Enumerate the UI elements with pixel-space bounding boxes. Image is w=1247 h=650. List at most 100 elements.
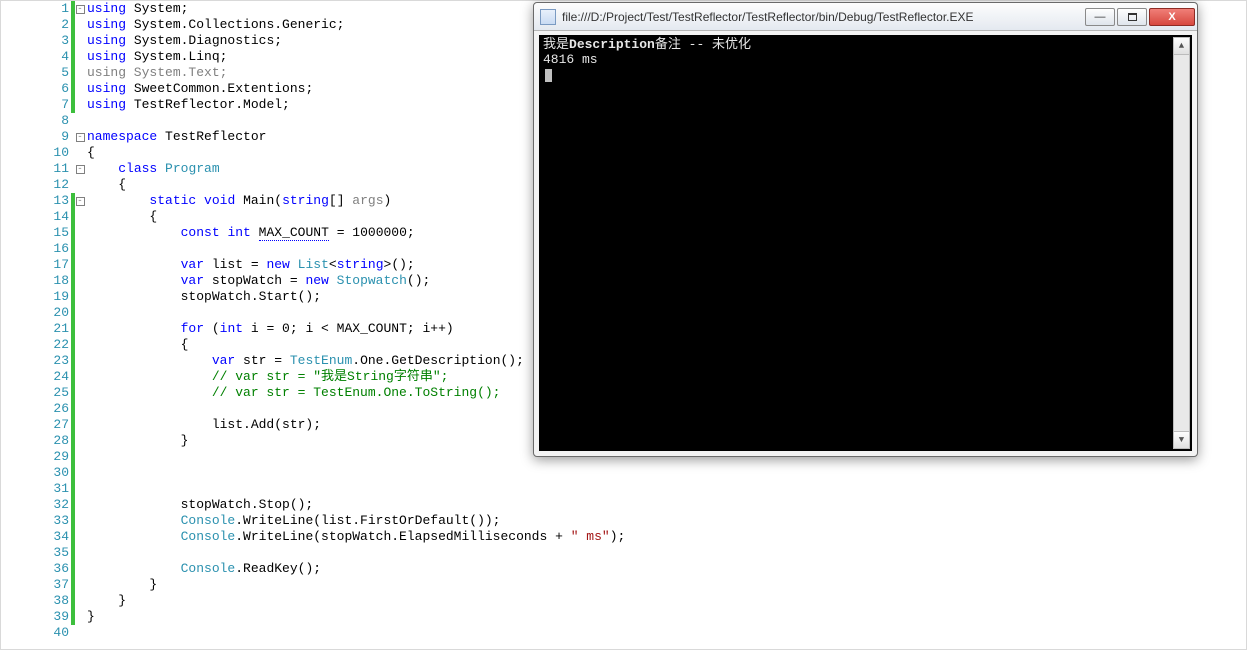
fold-cell [73,273,87,289]
fold-cell [73,17,87,33]
fold-cell [73,49,87,65]
minimize-button[interactable]: — [1085,8,1115,26]
line-number: 26 [1,401,69,417]
fold-cell [73,81,87,97]
console-window: file:///D:/Project/Test/TestReflector/Te… [533,2,1198,457]
line-number: 13 [1,193,69,209]
fold-cell [73,465,87,481]
line-number: 15 [1,225,69,241]
scroll-down-button[interactable]: ▼ [1174,431,1189,448]
fold-cell [73,113,87,129]
line-number: 10 [1,145,69,161]
line-number: 2 [1,17,69,33]
line-number: 35 [1,545,69,561]
line-number: 33 [1,513,69,529]
fold-cell [73,529,87,545]
line-number: 4 [1,49,69,65]
line-number: 29 [1,449,69,465]
fold-cell [73,97,87,113]
code-line[interactable]: } [87,593,1246,609]
console-line: 我是Description备注 -- 未优化 [543,37,1188,52]
line-number: 39 [1,609,69,625]
titlebar[interactable]: file:///D:/Project/Test/TestReflector/Te… [534,3,1197,31]
line-number: 16 [1,241,69,257]
line-number: 40 [1,625,69,641]
fold-cell [73,593,87,609]
fold-cell [73,561,87,577]
fold-cell [73,481,87,497]
fold-cell [73,401,87,417]
line-number: 20 [1,305,69,321]
line-number: 12 [1,177,69,193]
line-number: 32 [1,497,69,513]
line-number: 1 [1,1,69,17]
code-line[interactable]: Console.WriteLine(list.FirstOrDefault())… [87,513,1246,529]
code-line[interactable]: } [87,577,1246,593]
fold-cell [73,33,87,49]
line-number: 28 [1,433,69,449]
code-line[interactable] [87,481,1246,497]
line-number: 27 [1,417,69,433]
code-line[interactable] [87,545,1246,561]
fold-cell [73,145,87,161]
line-number: 34 [1,529,69,545]
fold-minus-icon[interactable]: - [76,133,85,142]
fold-cell [73,385,87,401]
console-output[interactable]: 我是Description备注 -- 未优化 4816 ms [539,35,1192,451]
line-number: 3 [1,33,69,49]
line-number: 37 [1,577,69,593]
code-line[interactable] [87,625,1246,641]
line-number: 8 [1,113,69,129]
line-number: 21 [1,321,69,337]
fold-cell[interactable]: - [73,161,87,177]
line-number: 23 [1,353,69,369]
fold-cell[interactable]: - [73,193,87,209]
code-line[interactable]: Console.ReadKey(); [87,561,1246,577]
line-number: 24 [1,369,69,385]
line-number: 18 [1,273,69,289]
fold-cell [73,337,87,353]
maximize-button[interactable] [1117,8,1147,26]
cursor-icon [545,69,552,82]
scrollbar[interactable]: ▲ ▼ [1173,37,1190,449]
fold-cell [73,305,87,321]
fold-minus-icon[interactable]: - [76,165,85,174]
fold-cell[interactable]: - [73,1,87,17]
fold-minus-icon[interactable]: - [76,5,85,14]
line-number: 11 [1,161,69,177]
line-number: 22 [1,337,69,353]
code-line[interactable]: stopWatch.Stop(); [87,497,1246,513]
fold-cell [73,289,87,305]
fold-cell [73,177,87,193]
line-number: 5 [1,65,69,81]
line-number: 25 [1,385,69,401]
fold-cell [73,369,87,385]
code-line[interactable]: } [87,609,1246,625]
console-cursor-line [543,67,1188,82]
fold-cell [73,433,87,449]
close-button[interactable]: X [1149,8,1195,26]
code-line[interactable] [87,465,1246,481]
fold-minus-icon[interactable]: - [76,197,85,206]
fold-cell [73,513,87,529]
fold-cell [73,353,87,369]
line-number: 14 [1,209,69,225]
line-number: 36 [1,561,69,577]
fold-cell [73,225,87,241]
fold-cell [73,417,87,433]
fold-cell [73,209,87,225]
scroll-up-button[interactable]: ▲ [1174,38,1189,55]
line-number: 38 [1,593,69,609]
fold-cell [73,321,87,337]
line-number: 7 [1,97,69,113]
fold-cell[interactable]: - [73,129,87,145]
window-buttons: — X [1085,8,1195,26]
line-number: 30 [1,465,69,481]
fold-cell [73,257,87,273]
line-number: 17 [1,257,69,273]
code-line[interactable]: Console.WriteLine(stopWatch.ElapsedMilli… [87,529,1246,545]
window-title: file:///D:/Project/Test/TestReflector/Te… [562,10,1085,24]
fold-column[interactable]: - - - - [73,1,87,649]
fold-cell [73,625,87,641]
line-gutter: 1234567891011121314151617181920212223242… [1,1,73,641]
